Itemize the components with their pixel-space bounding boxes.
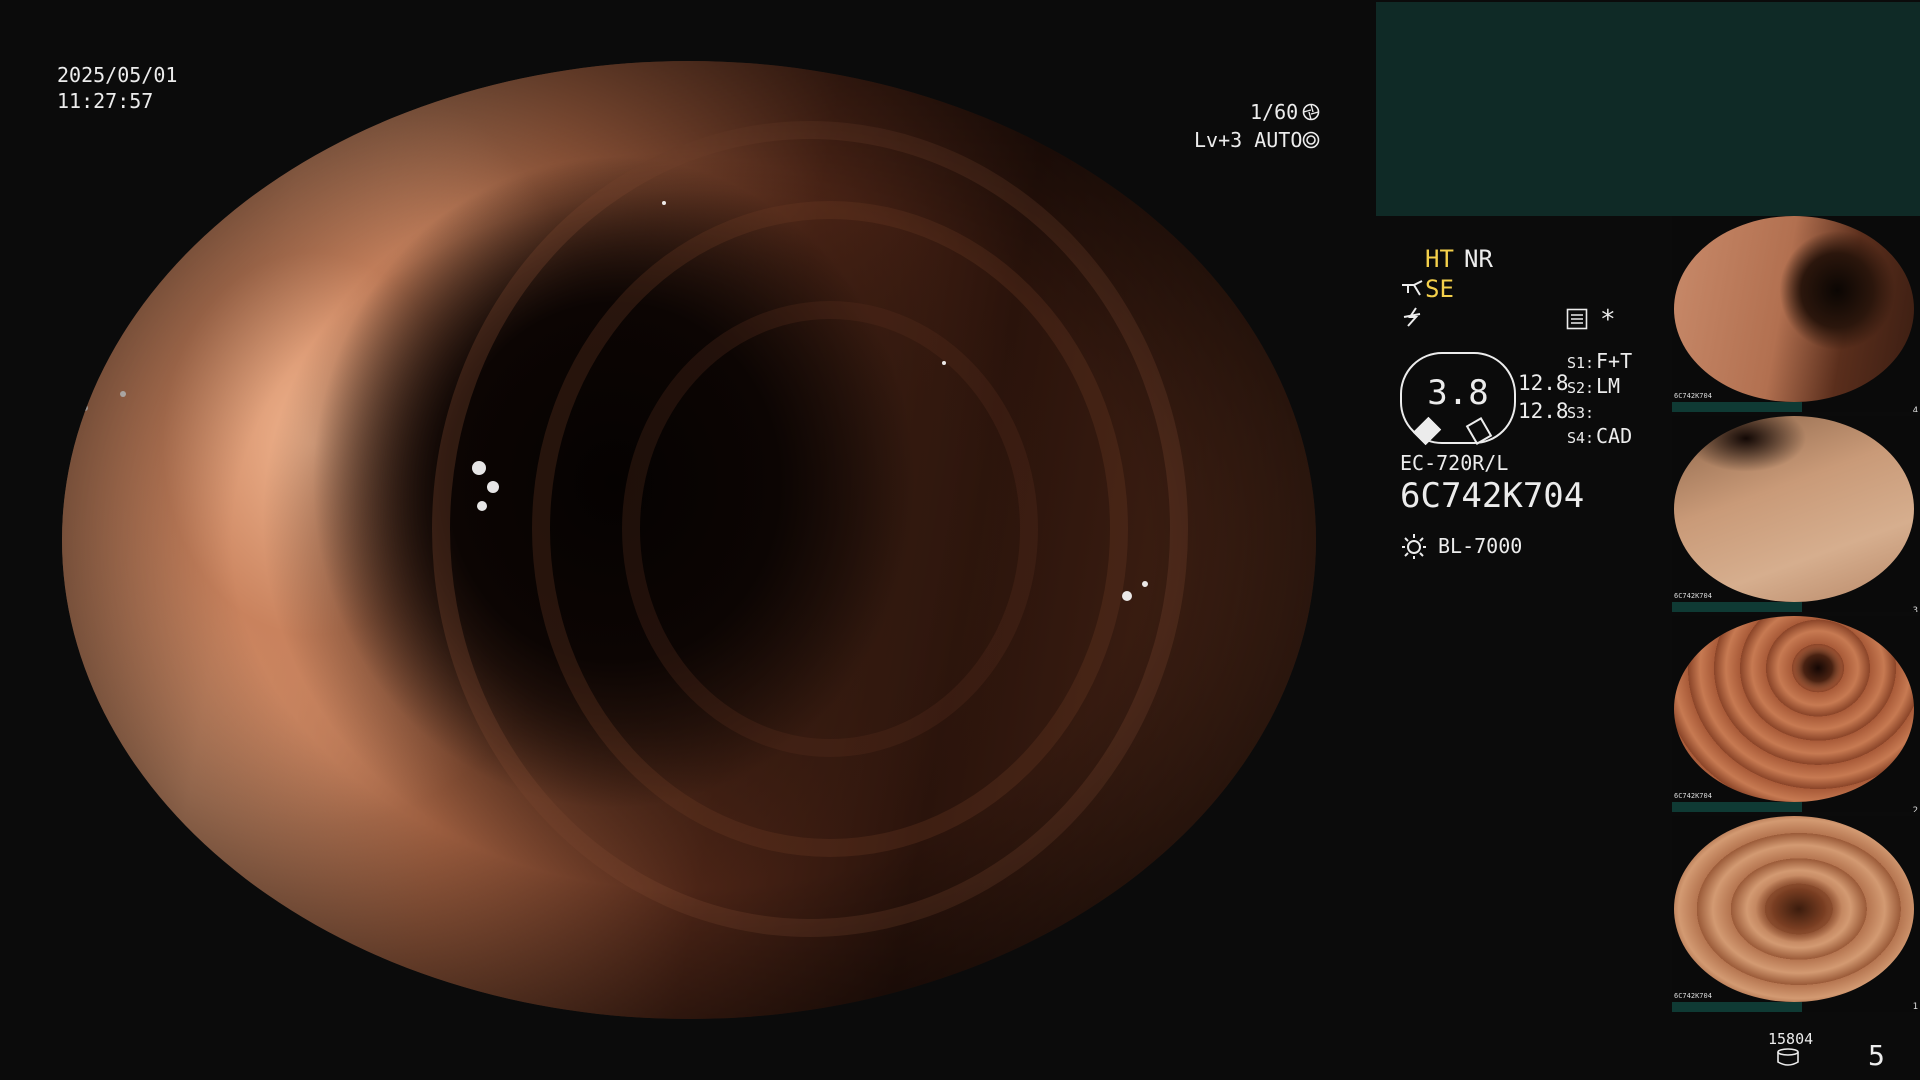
light-reflection xyxy=(82,405,88,411)
light-reflection xyxy=(477,501,487,511)
mucosal-fold xyxy=(532,201,1128,857)
patient-info-box xyxy=(1376,2,1920,216)
capture-count: 15804 xyxy=(1768,1030,1814,1048)
light-reflection xyxy=(1122,591,1132,601)
aperture-icon xyxy=(1302,103,1320,121)
sun-icon xyxy=(1402,534,1426,559)
capture-thumbnail[interactable]: 6C742K704 4 xyxy=(1672,216,1920,412)
switch-key-s4: S4: xyxy=(1567,429,1595,447)
capture-date: 2025/05/01 xyxy=(57,63,178,87)
endoscope-main-view xyxy=(62,61,1316,1019)
thumbnail-status-bar xyxy=(1672,602,1802,612)
switch-value-s1: F+T xyxy=(1596,349,1633,373)
thumbnail-index: 2 xyxy=(1912,806,1918,812)
thumbnail-status-bar xyxy=(1672,1002,1802,1012)
thumbnail-index: 1 xyxy=(1912,1002,1918,1012)
record-card-icon xyxy=(1566,308,1588,330)
thumbnail-image xyxy=(1674,216,1914,402)
switch-value-s4: CAD xyxy=(1596,424,1633,448)
light-reflection xyxy=(472,461,486,475)
capture-time: 11:27:57 xyxy=(57,89,154,113)
thumbnail-serial: 6C742K704 xyxy=(1674,992,1712,1000)
thumbnail-index: 4 xyxy=(1912,406,1918,412)
light-reflection xyxy=(662,201,666,205)
light-reflection xyxy=(1142,581,1148,587)
gauge-value-bottom: 12.8 xyxy=(1518,399,1569,423)
mucosal-fold xyxy=(432,121,1188,937)
capture-thumbnail[interactable]: 6C742K704 3 xyxy=(1672,416,1920,612)
thumbnail-status-bar xyxy=(1672,402,1802,412)
ht-mode-label: HT xyxy=(1425,245,1454,273)
mucosal-fold xyxy=(622,301,1038,757)
asterisk-marker: * xyxy=(1600,305,1616,335)
switch-key-s2: S2: xyxy=(1567,379,1595,397)
se-mode-label: SE xyxy=(1425,275,1454,303)
thumbnail-status-bar xyxy=(1672,802,1802,812)
image-count: 5 xyxy=(1868,1039,1885,1072)
thumbnail-image xyxy=(1674,416,1914,602)
gauge-value-top: 12.8 xyxy=(1518,371,1569,395)
lightning-icon xyxy=(1403,307,1421,327)
thumbnail-serial: 6C742K704 xyxy=(1674,592,1712,600)
scope-model: EC-720R/L xyxy=(1400,451,1509,475)
nr-mode-label: NR xyxy=(1464,245,1493,273)
scissor-mode-icon xyxy=(1402,280,1423,296)
light-reflection xyxy=(487,481,499,493)
exposure-ring-icon xyxy=(1302,131,1320,149)
magnification-value: 3.8 xyxy=(1427,373,1489,413)
thumbnail-image xyxy=(1674,616,1914,802)
switch-key-s1: S1: xyxy=(1567,354,1595,372)
database-icon xyxy=(1777,1048,1799,1066)
thumbnail-index: 3 xyxy=(1912,606,1918,612)
thumbnail-serial: 6C742K704 xyxy=(1674,392,1712,400)
shutter-speed: 1/60 xyxy=(1250,100,1299,124)
scope-serial: 6C742K704 xyxy=(1400,476,1585,516)
switch-key-s3: S3: xyxy=(1567,404,1595,422)
light-reflection xyxy=(120,391,126,397)
capture-thumbnail[interactable]: 6C742K704 2 xyxy=(1672,616,1920,812)
light-source-model: BL-7000 xyxy=(1438,534,1523,558)
light-reflection xyxy=(942,361,946,365)
capture-thumbnail[interactable]: 6C742K704 1 xyxy=(1672,816,1920,1012)
thumbnail-image xyxy=(1674,816,1914,1002)
exposure-level: Lv+3 AUTO xyxy=(1194,128,1303,152)
switch-value-s2: LM xyxy=(1596,374,1621,398)
thumbnail-serial: 6C742K704 xyxy=(1674,792,1712,800)
